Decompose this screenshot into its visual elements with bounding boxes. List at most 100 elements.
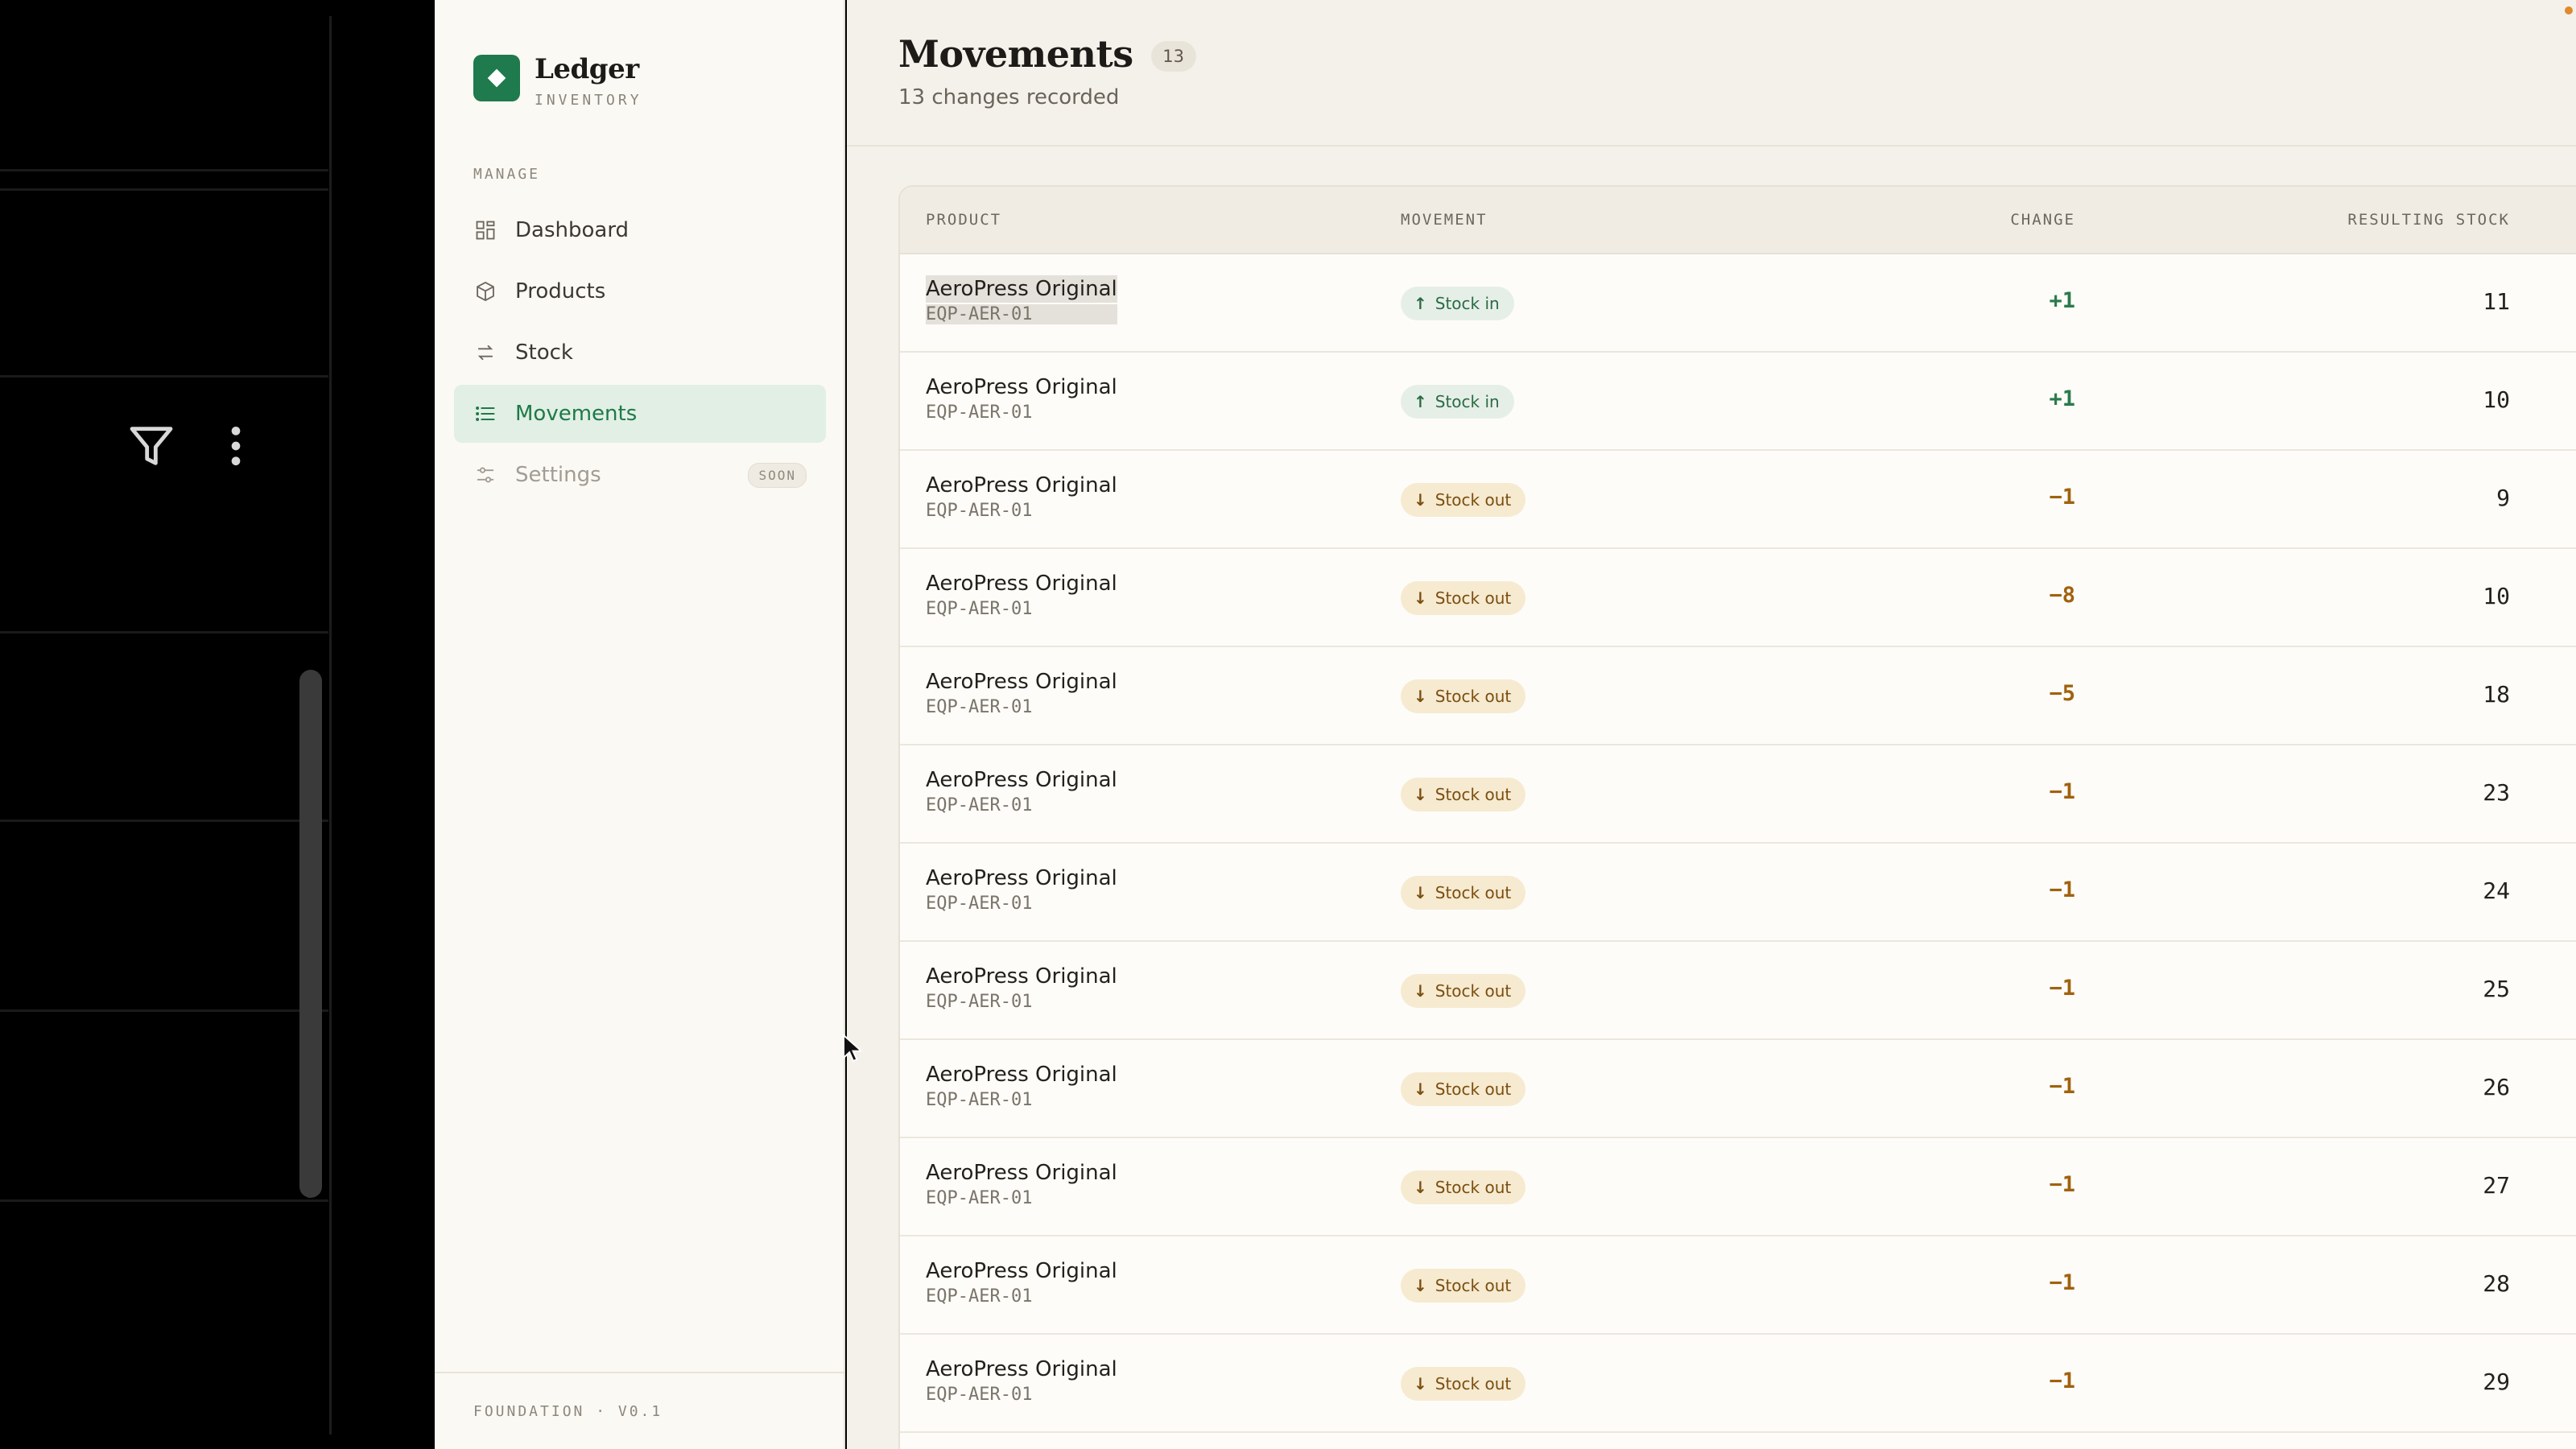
arrow-down-icon: ↓ [1414,883,1427,902]
sliders-icon [473,463,497,487]
movement-label: Stock out [1435,785,1512,804]
divider [0,375,328,378]
table-row[interactable]: AeroPress Original EQP-AER-01 ↓ Stock out −1… [900,1040,2576,1138]
table-row[interactable]: AeroPress Original EQP-AER-01 ↓ Stock out −5… [900,647,2576,745]
resulting-stock-value: 25 [2483,976,2510,1002]
movement-cell: ↓ Stock out [1401,1269,1526,1302]
arrow-down-icon: ↓ [1414,588,1427,608]
movement-badge: ↓ Stock out [1401,876,1526,910]
movement-cell: ↓ Stock out [1401,483,1526,517]
main-content: Movements 13 13 changes recorded PRODUCT… [847,0,2576,1449]
movement-label: Stock out [1435,1178,1512,1197]
resulting-stock-value: 29 [2483,1368,2510,1395]
change-value: −1 [2049,976,2075,1001]
movement-label: Stock out [1435,687,1512,706]
movement-badge: ↓ Stock out [1401,581,1526,615]
mouse-cursor-icon [843,1034,861,1063]
product-name: AeroPress Original [926,768,1117,792]
sidebar-footer-version: FOUNDATION · V0.1 [435,1372,844,1449]
change-value: −1 [2049,1172,2075,1197]
notification-dot [2565,6,2573,14]
column-header-resulting-stock[interactable]: RESULTING STOCK [2268,211,2510,229]
sidebar-item-movements[interactable]: Movements [454,385,826,443]
sidebar-item-label: Settings [515,463,601,487]
sidebar-item-dashboard[interactable]: Dashboard [454,201,826,259]
change-value: −1 [2049,779,2075,804]
divider [0,188,328,191]
resulting-stock-value: 23 [2483,779,2510,806]
table-row[interactable]: AeroPress Original EQP-AER-01 ↓ Stock out −8… [900,549,2576,647]
movement-label: Stock in [1435,392,1500,411]
resulting-stock-value: 28 [2483,1270,2510,1297]
movement-label: Stock in [1435,294,1500,313]
product-cell: AeroPress Original EQP-AER-01 [926,668,1117,717]
arrows-icon [473,341,497,365]
movement-cell: ↓ Stock out [1401,1072,1526,1106]
arrow-down-icon: ↓ [1414,687,1427,706]
product-sku: EQP-AER-01 [926,599,1033,619]
sidebar-item-products[interactable]: Products [454,262,826,320]
arrow-up-icon: ↑ [1414,392,1427,411]
product-sku: EQP-AER-01 [926,894,1033,914]
divider [0,1199,328,1202]
column-header-product[interactable]: PRODUCT [926,211,1001,229]
divider [0,169,328,171]
brand[interactable]: Ledger INVENTORY [473,53,642,109]
table-row[interactable]: AeroPress Original EQP-AER-01 ↓ Stock out −1… [900,1335,2576,1433]
table-header: PRODUCT MOVEMENT CHANGE RESULTING STOCK [900,187,2576,254]
resulting-stock-value: 24 [2483,877,2510,904]
page-subtitle: 13 changes recorded [898,85,1120,109]
product-cell: AeroPress Original EQP-AER-01 [926,472,1117,521]
product-cell: AeroPress Original EQP-AER-01 [926,275,1117,324]
movement-cell: ↓ Stock out [1401,778,1526,811]
product-cell: AeroPress Original EQP-AER-01 [926,1061,1117,1110]
table-row[interactable]: AeroPress Original EQP-AER-01 ↑ Stock in +1 1… [900,254,2576,353]
filter-icon[interactable] [126,420,177,472]
table-row[interactable]: AeroPress Original EQP-AER-01 ↓ Stock out −1… [900,1138,2576,1236]
product-name: AeroPress Original [926,1357,1117,1381]
more-vertical-icon[interactable] [222,420,250,472]
sidebar: Ledger INVENTORY MANAGE Dashboard Produc… [435,0,845,1449]
sidebar-item-label: Movements [515,402,638,426]
product-name: AeroPress Original [926,572,1117,596]
column-header-change[interactable]: CHANGE [1850,211,2075,229]
nav-section-label: MANAGE [473,166,541,183]
table-row[interactable]: AeroPress Original EQP-AER-01 ↓ Stock out −1… [900,844,2576,942]
change-value: −1 [2049,1074,2075,1099]
product-name: AeroPress Original [926,1063,1117,1087]
change-value: −1 [2049,1270,2075,1295]
movement-label: Stock out [1435,588,1512,608]
product-sku: EQP-AER-01 [926,501,1033,521]
movement-cell: ↓ Stock out [1401,876,1526,910]
movement-label: Stock out [1435,981,1512,1001]
movement-badge: ↓ Stock out [1401,483,1526,517]
arrow-down-icon: ↓ [1414,490,1427,510]
table-row[interactable]: AeroPress Original EQP-AER-01 ↓ Stock out −1… [900,942,2576,1040]
sidebar-item-settings[interactable]: Settings SOON [454,446,826,504]
brand-logo-icon [473,55,520,101]
movement-badge: ↓ Stock out [1401,778,1526,811]
table-row[interactable]: AeroPress Original EQP-AER-01 ↓ Stock out −1… [900,1236,2576,1335]
table-row[interactable]: AeroPress Original EQP-AER-01 ↓ Stock out −1… [900,451,2576,549]
sidebar-item-stock[interactable]: Stock [454,324,826,382]
movement-cell: ↑ Stock in [1401,385,1514,419]
arrow-down-icon: ↓ [1414,1276,1427,1295]
divider [0,819,328,822]
soon-badge: SOON [748,462,807,488]
table-row[interactable]: AeroPress Original EQP-AER-01 ↓ Stock out −1… [900,745,2576,844]
table-row[interactable]: AeroPress Original EQP-AER-01 ↑ Stock in +1 1… [900,353,2576,451]
product-name: AeroPress Original [926,866,1117,890]
product-sku: EQP-AER-01 [926,304,1117,324]
sidebar-nav: Dashboard Products Stock Movements Setti… [454,201,826,507]
arrow-down-icon: ↓ [1414,1178,1427,1197]
scrollbar-thumb[interactable] [299,670,322,1198]
page-header: Movements 13 13 changes recorded [847,0,2576,147]
product-sku: EQP-AER-01 [926,402,1033,423]
movement-cell: ↑ Stock in [1401,287,1514,320]
column-header-movement[interactable]: MOVEMENT [1401,211,1488,229]
movement-cell: ↓ Stock out [1401,1170,1526,1204]
resulting-stock-value: 27 [2483,1172,2510,1199]
change-value: +1 [2049,288,2075,313]
background-app-column [0,16,332,1435]
product-name: AeroPress Original [926,473,1117,497]
